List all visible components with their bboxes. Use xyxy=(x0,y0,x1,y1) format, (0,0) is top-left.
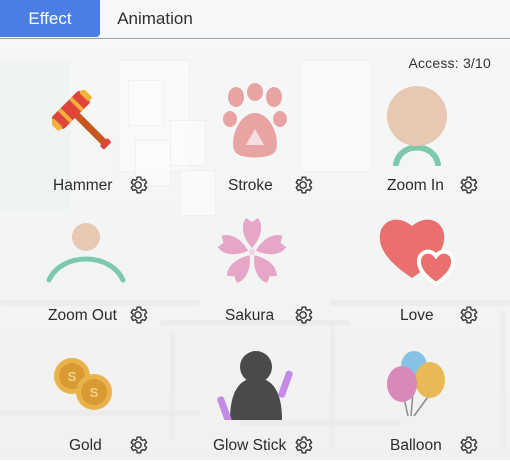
effect-item-love[interactable]: Love xyxy=(340,180,510,324)
effect-item-glow-stick[interactable]: Glow Stick xyxy=(170,310,340,454)
effect-item-gold[interactable]: S S Gold xyxy=(0,310,170,454)
effect-item-balloon[interactable]: Balloon xyxy=(340,310,510,454)
effect-label: Gold xyxy=(69,437,102,454)
effect-item-sakura[interactable]: Sakura xyxy=(170,180,340,324)
gear-icon[interactable] xyxy=(292,434,314,456)
gear-icon[interactable] xyxy=(457,434,479,456)
hammer-icon xyxy=(0,50,170,150)
effect-item-stroke[interactable]: Stroke xyxy=(170,50,340,194)
tab-effect[interactable]: Effect xyxy=(0,0,100,37)
hearts-icon xyxy=(340,180,510,286)
svg-text:S: S xyxy=(68,369,77,384)
effect-item-hammer[interactable]: Hammer xyxy=(0,50,170,194)
paw-icon xyxy=(170,50,340,158)
gear-icon[interactable] xyxy=(127,434,149,456)
effect-item-zoom-in[interactable]: Zoom In xyxy=(340,50,510,194)
gold-coins-icon: S S xyxy=(0,310,170,410)
zoom-out-avatar-icon xyxy=(0,180,170,283)
effect-label: Glow Stick xyxy=(213,437,287,454)
tab-animation[interactable]: Animation xyxy=(100,0,210,37)
zoom-in-avatar-icon xyxy=(340,50,510,166)
sakura-icon xyxy=(170,180,340,284)
effect-item-zoom-out[interactable]: Zoom Out xyxy=(0,180,170,324)
balloons-icon xyxy=(340,310,510,417)
effect-label: Balloon xyxy=(390,437,442,454)
svg-text:S: S xyxy=(90,385,99,400)
tab-bar: Effect Animation xyxy=(0,0,510,39)
glow-stick-icon xyxy=(170,310,340,420)
